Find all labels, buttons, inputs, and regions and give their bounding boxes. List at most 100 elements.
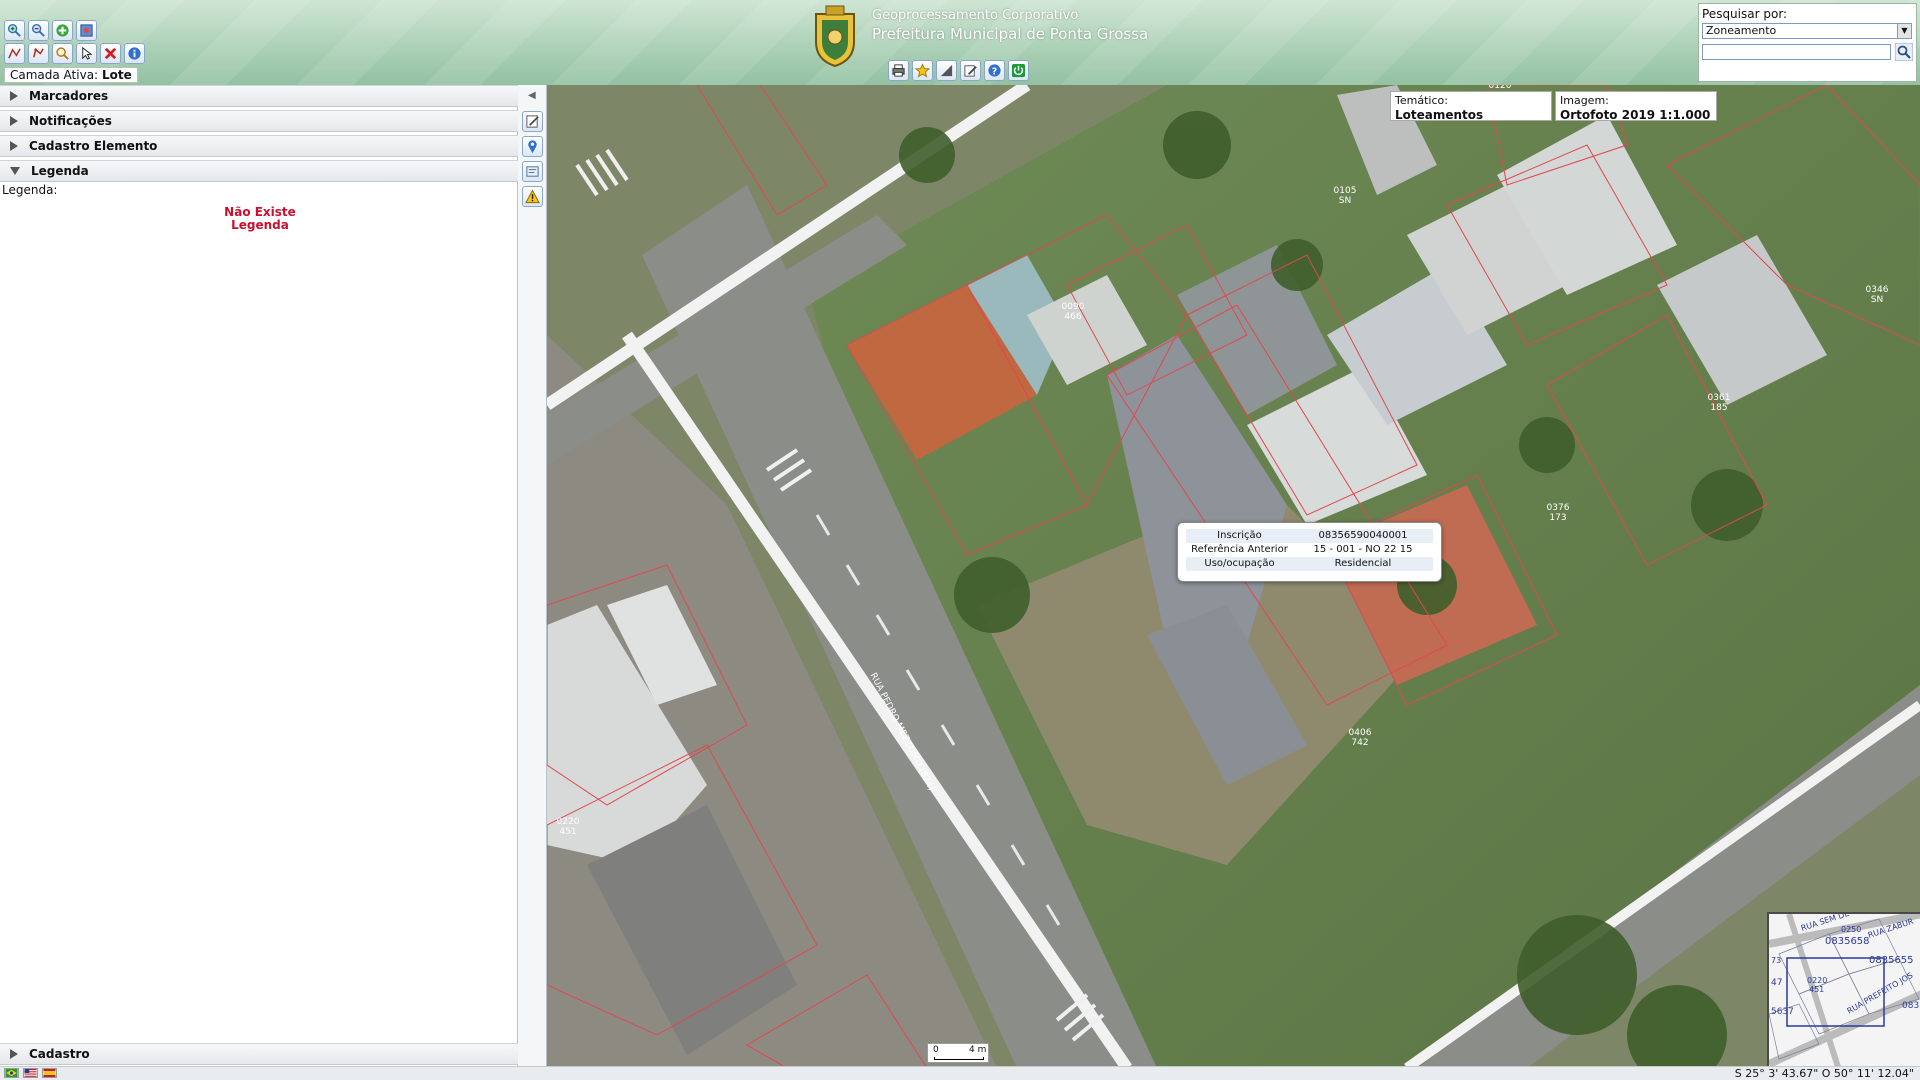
language-flags xyxy=(4,1068,57,1078)
logout-icon xyxy=(1011,63,1026,78)
edit-layer-icon xyxy=(526,115,539,128)
favorite-icon xyxy=(915,63,930,78)
popup-row: Uso/ocupação Residencial xyxy=(1186,557,1433,571)
lot-label-top: 0346 xyxy=(1866,285,1889,295)
accordion-legenda[interactable]: Legenda xyxy=(0,160,518,182)
zoom-in-button[interactable] xyxy=(4,20,25,41)
legend-empty-message: Não Existe Legenda xyxy=(210,206,310,232)
overview-label: 451 xyxy=(1809,985,1824,994)
map-canvas[interactable]: 0120 264 0105 SN 0090 466 0346 SN 0361 1… xyxy=(547,85,1920,1068)
search-zoom-icon xyxy=(56,47,69,60)
edit-button[interactable] xyxy=(960,60,981,81)
clear-icon xyxy=(104,47,117,60)
lot-label-bottom: 173 xyxy=(1549,513,1566,523)
image-indicator: Imagem: Ortofoto 2019 1:1.000 xyxy=(1555,91,1717,122)
thematic-label: Temático: xyxy=(1395,94,1448,107)
chevron-down-icon: ▼ xyxy=(1897,24,1911,38)
add-icon xyxy=(56,24,69,37)
overview-label: 083 xyxy=(1902,1001,1919,1011)
accordion-cadastro[interactable]: Cadastro xyxy=(0,1043,518,1065)
lot-label-top: 0361 xyxy=(1708,393,1731,403)
note-icon xyxy=(526,166,539,177)
search-input[interactable] xyxy=(1702,44,1891,60)
ruler-icon xyxy=(940,64,953,77)
overview-label: 73 xyxy=(1771,956,1781,965)
lot-info-popup: Inscrição 08356590040001 Referência Ante… xyxy=(1177,522,1442,582)
lot-label-bottom: 185 xyxy=(1710,403,1727,413)
usa-flag-icon[interactable] xyxy=(23,1068,38,1078)
lot-label-bottom: SN xyxy=(1871,295,1883,305)
print-icon xyxy=(892,64,905,77)
popup-value: 08356590040001 xyxy=(1318,530,1408,541)
warning-icon xyxy=(525,189,540,204)
measure-button[interactable] xyxy=(4,43,25,64)
brand-subtitle: Geoprocessamento Corporativo xyxy=(872,8,1079,23)
search-zoom-button[interactable] xyxy=(52,43,73,64)
thematic-indicator: Temático: Loteamentos xyxy=(1390,91,1552,122)
help-icon: ? xyxy=(988,64,1001,77)
accordion-marcadores-label: Marcadores xyxy=(29,89,109,103)
scale-distance-label: 4 m xyxy=(969,1045,987,1055)
accordion-marcadores[interactable]: Marcadores xyxy=(0,85,518,107)
full-extent-button[interactable] xyxy=(76,20,97,41)
brazil-flag-icon[interactable] xyxy=(4,1068,19,1078)
expand-arrow-icon xyxy=(10,91,18,101)
collapse-panel-icon[interactable]: ◀ xyxy=(528,90,536,101)
side-edit-button[interactable] xyxy=(522,111,543,132)
zoom-out-button[interactable] xyxy=(28,20,49,41)
accordion-cadastro-elemento[interactable]: Cadastro Elemento xyxy=(0,135,518,157)
overview-label: 0835658 xyxy=(1825,936,1870,947)
brand-title: Prefeitura Municipal de Ponta Grossa xyxy=(872,25,1149,43)
help-button[interactable]: ? xyxy=(984,60,1005,81)
logout-button[interactable] xyxy=(1008,60,1029,81)
side-marker-button[interactable] xyxy=(522,136,543,157)
clear-button[interactable] xyxy=(100,43,121,64)
map-pin-icon xyxy=(528,140,537,154)
popup-key: Inscrição xyxy=(1217,530,1262,541)
active-layer-value: Lote xyxy=(101,68,132,82)
side-tool-strip: ◀ xyxy=(518,85,547,1068)
overview-map[interactable]: RUA SEM DE 0250 0835658 0835655 RUA ZABU… xyxy=(1767,912,1920,1068)
expand-arrow-icon xyxy=(10,116,18,126)
overview-label: 0250 xyxy=(1841,925,1861,934)
info-icon xyxy=(128,47,141,60)
side-warning-button[interactable] xyxy=(522,186,543,207)
print-button[interactable] xyxy=(888,60,909,81)
full-extent-icon xyxy=(80,24,93,37)
side-note-button[interactable] xyxy=(522,161,543,182)
overview-label: 5637 xyxy=(1771,1007,1794,1017)
ruler-button[interactable] xyxy=(936,60,957,81)
image-value: Ortofoto 2019 1:1.000 xyxy=(1560,108,1711,122)
active-layer-label: Camada Ativa: xyxy=(10,68,99,82)
search-type-value: Zoneamento xyxy=(1706,24,1777,37)
overview-map-image: RUA SEM DE 0250 0835658 0835655 RUA ZABU… xyxy=(1769,914,1920,1068)
overview-label: 0835655 xyxy=(1869,955,1914,966)
expand-arrow-icon xyxy=(10,1049,18,1059)
scale-bar: 0 4 m xyxy=(927,1043,989,1063)
search-type-select[interactable]: Zoneamento ▼ xyxy=(1702,23,1912,39)
measure-icon xyxy=(8,48,21,59)
select-button[interactable] xyxy=(76,43,97,64)
favorite-button[interactable] xyxy=(912,60,933,81)
lot-label-bottom: 742 xyxy=(1351,738,1368,748)
legend-label: Legenda: xyxy=(2,183,58,197)
select-icon xyxy=(82,46,93,60)
lot-label-top: 0090 xyxy=(1062,302,1085,312)
accordion-cadastro-elemento-label: Cadastro Elemento xyxy=(29,139,158,153)
search-label: Pesquisar por: xyxy=(1702,7,1788,21)
popup-key: Referência Anterior xyxy=(1191,544,1288,555)
popup-row: Inscrição 08356590040001 xyxy=(1186,529,1433,543)
left-panel: Marcadores Notificações Cadastro Element… xyxy=(0,85,518,1068)
pan-button[interactable] xyxy=(28,43,49,64)
spain-flag-icon[interactable] xyxy=(42,1068,57,1078)
popup-key: Uso/ocupação xyxy=(1204,558,1275,569)
popup-row: Referência Anterior 15 - 001 - NO 22 15 xyxy=(1186,543,1433,557)
popup-value: 15 - 001 - NO 22 15 xyxy=(1313,544,1413,555)
add-button[interactable] xyxy=(52,20,73,41)
info-button[interactable] xyxy=(124,43,145,64)
pan-icon xyxy=(33,48,44,58)
accordion-notificacoes[interactable]: Notificações xyxy=(0,110,518,132)
overview-label: 0220 xyxy=(1807,976,1827,985)
scale-zero-label: 0 xyxy=(933,1045,939,1055)
search-icon[interactable] xyxy=(1895,43,1913,61)
